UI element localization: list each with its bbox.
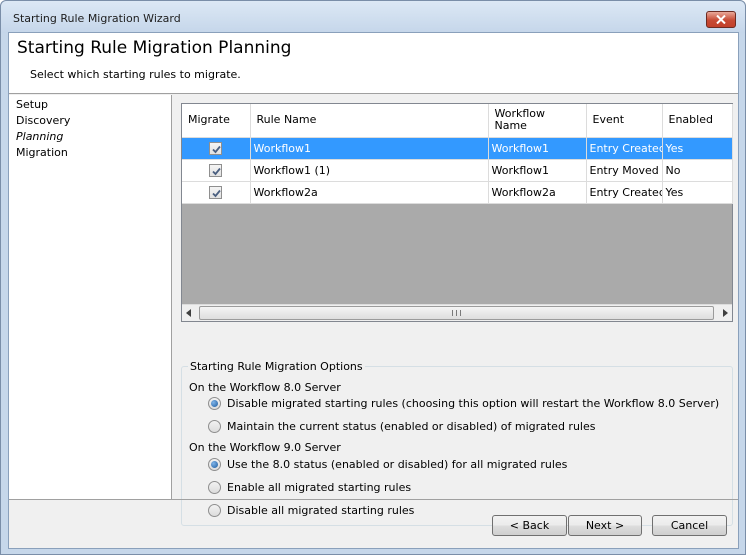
workflow-name-cell: Workflow1 (488, 137, 587, 160)
workflow-name-cell: Workflow2a (488, 181, 587, 204)
close-icon (716, 15, 726, 24)
grid-header: Migrate Rule Name Workflow Name Event En… (182, 104, 733, 138)
radio-enable-all[interactable]: Enable all migrated starting rules (208, 481, 411, 494)
step-setup: Setup (16, 98, 49, 111)
column-header-enabled[interactable]: Enabled (662, 104, 733, 138)
scrollbar-thumb[interactable] (199, 306, 714, 320)
migration-options-legend: Starting Rule Migration Options (188, 360, 365, 373)
step-discovery: Discovery (16, 114, 71, 127)
rule-name-cell: Workflow1 (250, 137, 489, 160)
radio-button[interactable] (208, 397, 221, 410)
column-header-migrate[interactable]: Migrate (182, 104, 251, 138)
rule-name-cell: Workflow2a (250, 181, 489, 204)
wizard-window: Starting Rule Migration Wizard Starting … (0, 0, 746, 555)
event-cell: Entry Moved (586, 159, 663, 182)
table-row[interactable]: Workflow1 Workflow1 Entry Created Yes (182, 137, 733, 160)
workflow-name-cell: Workflow1 (488, 159, 587, 182)
server8-heading: On the Workflow 8.0 Server (189, 381, 341, 394)
steps-panel: Setup Discovery Planning Migration (9, 95, 172, 499)
enabled-cell: Yes (662, 181, 733, 204)
event-cell: Entry Created (586, 137, 663, 160)
page-subtitle: Select which starting rules to migrate. (30, 68, 241, 81)
server9-heading: On the Workflow 9.0 Server (189, 441, 341, 454)
radio-label: Maintain the current status (enabled or … (227, 420, 596, 433)
column-header-workflow-name[interactable]: Workflow Name (488, 104, 587, 138)
migrate-cell[interactable] (182, 159, 251, 182)
radio-button[interactable] (208, 458, 221, 471)
enabled-cell: Yes (662, 137, 733, 160)
radio-disable-migrated-rules[interactable]: Disable migrated starting rules (choosin… (208, 397, 719, 410)
migrate-checkbox[interactable] (209, 185, 223, 199)
migrate-checkbox[interactable] (209, 163, 223, 177)
content-panel: Migrate Rule Name Workflow Name Event En… (174, 95, 738, 526)
radio-button[interactable] (208, 420, 221, 433)
scroll-left-icon[interactable] (186, 309, 192, 317)
radio-button[interactable] (208, 504, 221, 517)
step-planning: Planning (16, 130, 64, 143)
back-button[interactable]: < Back (492, 515, 567, 536)
radio-button[interactable] (208, 481, 221, 494)
event-cell: Entry Created (586, 181, 663, 204)
radio-label: Use the 8.0 status (enabled or disabled)… (227, 458, 568, 471)
radio-label: Enable all migrated starting rules (227, 481, 412, 494)
radio-use-80-status[interactable]: Use the 8.0 status (enabled or disabled)… (208, 458, 567, 471)
migrate-cell[interactable] (182, 137, 251, 160)
footer-divider (9, 499, 738, 500)
radio-disable-all[interactable]: Disable all migrated starting rules (208, 504, 414, 517)
scroll-right-icon[interactable] (722, 309, 728, 317)
radio-maintain-status[interactable]: Maintain the current status (enabled or … (208, 420, 595, 433)
horizontal-scrollbar[interactable] (182, 304, 732, 321)
checkmark-icon (212, 145, 221, 154)
migrate-cell[interactable] (182, 181, 251, 204)
table-row[interactable]: Workflow2a Workflow2a Entry Created Yes (182, 181, 733, 204)
rules-grid: Migrate Rule Name Workflow Name Event En… (181, 103, 733, 322)
enabled-cell: No (662, 159, 733, 182)
close-button[interactable] (706, 11, 736, 28)
rule-name-cell: Workflow1 (1) (250, 159, 489, 182)
next-button[interactable]: Next > (568, 515, 642, 536)
column-header-event[interactable]: Event (586, 104, 663, 138)
wizard-client: Starting Rule Migration Planning Select … (8, 32, 739, 549)
window-title: Starting Rule Migration Wizard (13, 12, 181, 25)
title-bar[interactable]: Starting Rule Migration Wizard (1, 1, 745, 33)
step-migration: Migration (16, 146, 68, 159)
column-header-rule-name[interactable]: Rule Name (250, 104, 489, 138)
grip-icon (452, 310, 461, 316)
checkmark-icon (212, 167, 221, 176)
radio-label: Disable migrated starting rules (choosin… (227, 397, 720, 410)
wizard-header: Starting Rule Migration Planning Select … (9, 33, 738, 94)
table-row[interactable]: Workflow1 (1) Workflow1 Entry Moved No (182, 159, 733, 182)
migrate-checkbox[interactable] (209, 141, 223, 155)
checkmark-icon (212, 189, 221, 198)
cancel-button[interactable]: Cancel (652, 515, 727, 536)
page-title: Starting Rule Migration Planning (17, 38, 292, 58)
radio-label: Disable all migrated starting rules (227, 504, 415, 517)
